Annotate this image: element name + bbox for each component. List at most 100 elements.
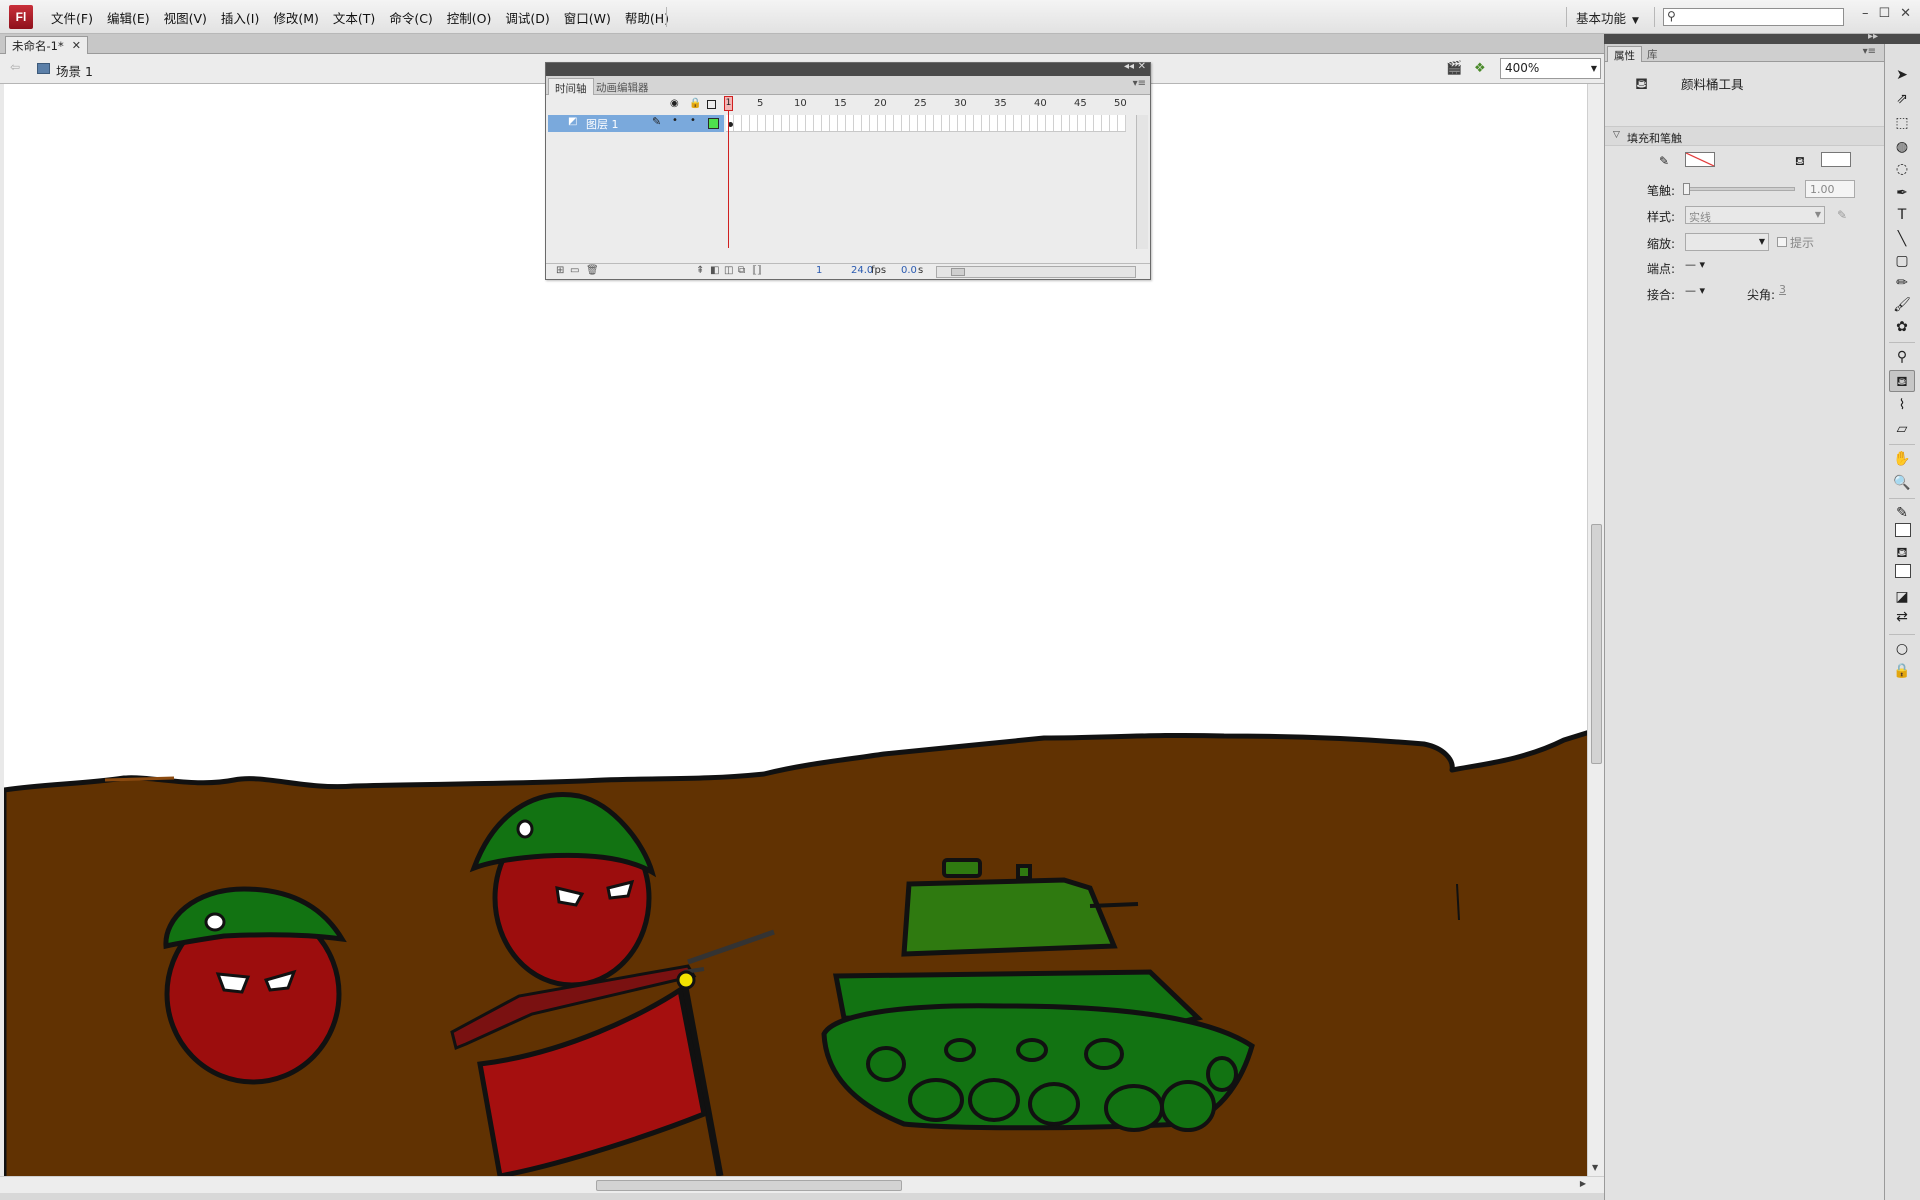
timeline-vertical-scrollbar[interactable] bbox=[1136, 115, 1148, 249]
subselection-tool-icon[interactable]: ⇗ bbox=[1889, 88, 1915, 110]
playhead[interactable]: 1 bbox=[724, 96, 733, 111]
slider-handle[interactable] bbox=[1683, 183, 1690, 195]
visibility-dot[interactable]: • bbox=[672, 115, 678, 126]
eraser-tool-icon[interactable]: ▱ bbox=[1889, 418, 1915, 440]
panel-menu-icon[interactable]: ▾≡ bbox=[1863, 46, 1876, 57]
panel-menu-icon[interactable]: ▾≡ bbox=[1133, 78, 1146, 89]
onion-skin-icon[interactable]: ◧ bbox=[710, 265, 719, 276]
zoom-tool-icon[interactable]: 🔍 bbox=[1889, 472, 1915, 494]
scene-label[interactable]: 场景 1 bbox=[56, 61, 93, 80]
frames-grid[interactable] bbox=[726, 115, 1126, 132]
eyedropper-tool-icon[interactable]: ⌇ bbox=[1889, 394, 1915, 416]
center-frame-icon[interactable]: ⇞ bbox=[696, 265, 704, 276]
paint-bucket-tool-icon[interactable]: ⛾ bbox=[1889, 370, 1915, 392]
tab-motion-editor[interactable]: 动画编辑器 bbox=[590, 78, 655, 95]
layer-name[interactable]: 图层 1 bbox=[586, 116, 619, 132]
lock-dot[interactable]: • bbox=[690, 115, 696, 126]
menu-edit[interactable]: 编辑(E) bbox=[100, 8, 157, 27]
close-button[interactable]: ✕ bbox=[1900, 6, 1911, 21]
lock-fill-icon[interactable]: 🔒 bbox=[1889, 660, 1915, 682]
menu-commands[interactable]: 命令(C) bbox=[382, 8, 439, 27]
scrollbar-thumb[interactable] bbox=[951, 268, 965, 276]
stroke-color-swatch[interactable] bbox=[1685, 152, 1715, 167]
timeline-horizontal-scrollbar[interactable] bbox=[936, 266, 1136, 278]
zoom-select[interactable]: 400% ▼ bbox=[1500, 58, 1601, 79]
miter-field[interactable]: 3 bbox=[1779, 283, 1786, 296]
cap-select[interactable]: — ▾ bbox=[1685, 258, 1705, 271]
search-input[interactable]: ⚲ bbox=[1663, 8, 1844, 26]
eye-icon[interactable]: ◉ bbox=[670, 98, 679, 109]
fill-stroke-section-header[interactable]: ▽ 填充和笔触 bbox=[1605, 126, 1884, 146]
app-logo[interactable]: Fl bbox=[9, 5, 33, 29]
deco-tool-icon[interactable]: ✿ bbox=[1889, 316, 1915, 338]
3d-rotation-tool-icon[interactable]: ◍ bbox=[1889, 136, 1915, 158]
outline-icon[interactable] bbox=[707, 100, 716, 109]
tab-properties[interactable]: 属性 bbox=[1607, 46, 1642, 62]
line-tool-icon[interactable]: ╲ bbox=[1889, 228, 1915, 250]
timeline-title-bar[interactable]: ◂◂ ✕ bbox=[546, 61, 1150, 76]
menu-help[interactable]: 帮助(H) bbox=[618, 8, 676, 27]
black-white-icon[interactable]: ◪ bbox=[1889, 586, 1915, 608]
pencil-tool-icon[interactable]: ✏ bbox=[1889, 272, 1915, 294]
stroke-style-select[interactable]: 实线 ▼ bbox=[1685, 206, 1825, 224]
menu-control[interactable]: 控制(O) bbox=[440, 8, 499, 27]
text-tool-icon[interactable]: T bbox=[1889, 204, 1915, 226]
menu-view[interactable]: 视图(V) bbox=[157, 8, 214, 27]
stage-horizontal-scrollbar[interactable]: ▶ bbox=[0, 1176, 1604, 1193]
join-select[interactable]: — ▾ bbox=[1685, 284, 1705, 297]
tab-library[interactable]: 库 bbox=[1641, 46, 1664, 62]
edit-scene-icon[interactable]: 🎬 bbox=[1446, 61, 1462, 76]
expand-icon[interactable]: ▸▸ bbox=[1868, 31, 1878, 42]
fps-value[interactable]: 24.0 bbox=[851, 265, 873, 276]
lasso-tool-icon[interactable]: ◌ bbox=[1889, 158, 1915, 180]
lock-icon[interactable]: 🔒 bbox=[689, 98, 701, 109]
fill-color-tool[interactable] bbox=[1895, 564, 1911, 578]
new-folder-icon[interactable]: ▭ bbox=[570, 265, 579, 276]
menu-insert[interactable]: 插入(I) bbox=[214, 8, 266, 27]
back-arrow-icon[interactable]: ⇦ bbox=[10, 60, 20, 74]
current-frame-value[interactable]: 1 bbox=[816, 265, 822, 276]
scroll-down-arrow-icon[interactable]: ▼ bbox=[1592, 1163, 1598, 1172]
stroke-width-field[interactable]: 1.00 bbox=[1805, 180, 1855, 198]
onion-markers-icon[interactable]: ⟦⟧ bbox=[752, 265, 762, 276]
close-icon[interactable]: ✕ bbox=[1138, 61, 1146, 72]
hint-checkbox[interactable] bbox=[1777, 237, 1787, 247]
menu-debug[interactable]: 调试(D) bbox=[498, 8, 556, 27]
scroll-right-arrow-icon[interactable]: ▶ bbox=[1580, 1179, 1586, 1188]
scale-select[interactable]: ▼ bbox=[1685, 233, 1769, 251]
scrollbar-thumb[interactable] bbox=[596, 1180, 902, 1191]
edit-stroke-style-icon[interactable]: ✎ bbox=[1837, 208, 1847, 222]
document-tab[interactable]: 未命名-1* ✕ bbox=[5, 36, 88, 54]
new-layer-icon[interactable]: ⊞ bbox=[556, 265, 564, 276]
brush-tool-icon[interactable]: 🖌 bbox=[1889, 294, 1915, 316]
menu-window[interactable]: 窗口(W) bbox=[557, 8, 618, 27]
object-drawing-icon[interactable]: ○ bbox=[1889, 638, 1915, 660]
selection-tool-icon[interactable]: ➤ bbox=[1889, 64, 1915, 86]
layer-outline-color[interactable] bbox=[708, 118, 719, 129]
stage-vertical-scrollbar[interactable]: ▼ bbox=[1587, 84, 1604, 1176]
onion-outline-icon[interactable]: ◫ bbox=[724, 265, 733, 276]
tab-timeline[interactable]: 时间轴 bbox=[548, 78, 594, 95]
stroke-color-tool[interactable] bbox=[1895, 523, 1911, 537]
menu-text[interactable]: 文本(T) bbox=[326, 8, 382, 27]
collapse-icon[interactable]: ◂◂ bbox=[1124, 61, 1134, 72]
stroke-slider[interactable] bbox=[1685, 187, 1795, 191]
close-icon[interactable]: ✕ bbox=[72, 39, 81, 52]
hand-tool-icon[interactable]: ✋ bbox=[1889, 448, 1915, 470]
fill-color-swatch[interactable] bbox=[1821, 152, 1851, 167]
scrollbar-thumb[interactable] bbox=[1591, 524, 1602, 764]
menu-modify[interactable]: 修改(M) bbox=[266, 8, 326, 27]
workspace-switcher[interactable]: 基本功能 ▼ bbox=[1576, 8, 1639, 27]
minimize-button[interactable]: – bbox=[1862, 6, 1869, 21]
maximize-button[interactable]: ☐ bbox=[1879, 6, 1891, 21]
menu-file[interactable]: 文件(F) bbox=[44, 8, 100, 27]
rectangle-tool-icon[interactable]: ▢ bbox=[1889, 250, 1915, 272]
swap-colors-icon[interactable]: ⇄ bbox=[1889, 606, 1915, 628]
edit-multiple-frames-icon[interactable]: ⧉ bbox=[738, 265, 745, 276]
free-transform-tool-icon[interactable]: ⬚ bbox=[1889, 112, 1915, 134]
edit-symbol-icon[interactable]: ❖ bbox=[1474, 61, 1486, 76]
delete-icon[interactable]: 🗑 bbox=[586, 265, 599, 276]
layer-row[interactable]: ◩ 图层 1 ✎ • • bbox=[548, 115, 724, 132]
bone-tool-icon[interactable]: ⚲ bbox=[1889, 346, 1915, 368]
pen-tool-icon[interactable]: ✒ bbox=[1889, 182, 1915, 204]
